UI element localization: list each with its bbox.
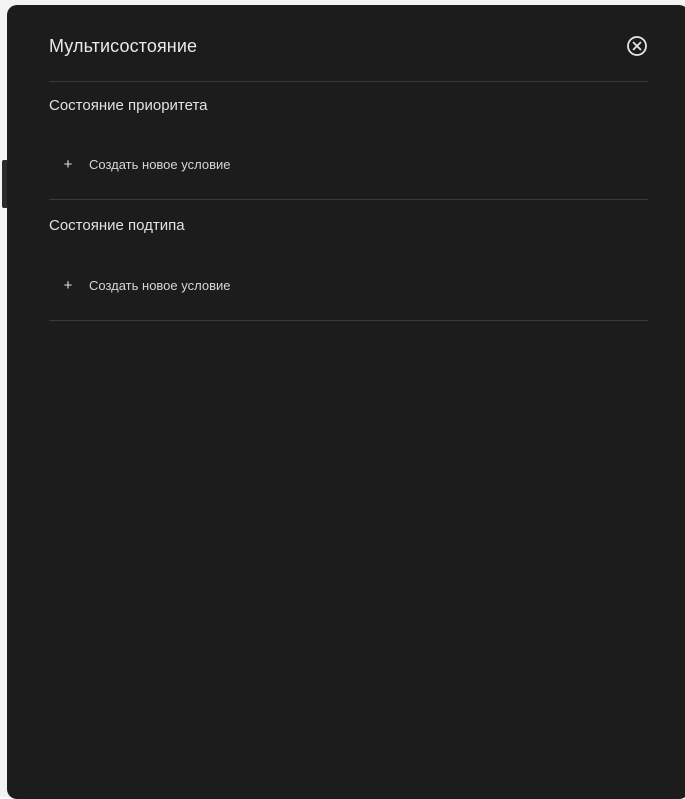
section-title-priority: Состояние приоритета <box>49 97 208 114</box>
add-condition-label: Создать новое условие <box>89 156 231 172</box>
add-condition-label: Создать новое условие <box>89 277 231 293</box>
dialog-header: Мультисостояние <box>49 28 649 64</box>
close-button[interactable] <box>625 34 649 58</box>
section-divider <box>49 320 648 321</box>
header-divider <box>49 81 648 82</box>
section-divider <box>49 199 648 200</box>
dialog-title: Мультисостояние <box>49 35 198 56</box>
plus-icon: + <box>63 276 73 294</box>
add-condition-button-subtype[interactable]: + Создать новое условие <box>63 273 231 297</box>
add-condition-button-priority[interactable]: + Создать новое условие <box>63 152 231 176</box>
close-circle-icon <box>627 36 647 56</box>
section-title-subtype: Состояние подтипа <box>49 217 185 234</box>
plus-icon: + <box>63 155 73 173</box>
multistate-dialog: Мультисостояние Состояние приоритета + С… <box>7 5 685 799</box>
